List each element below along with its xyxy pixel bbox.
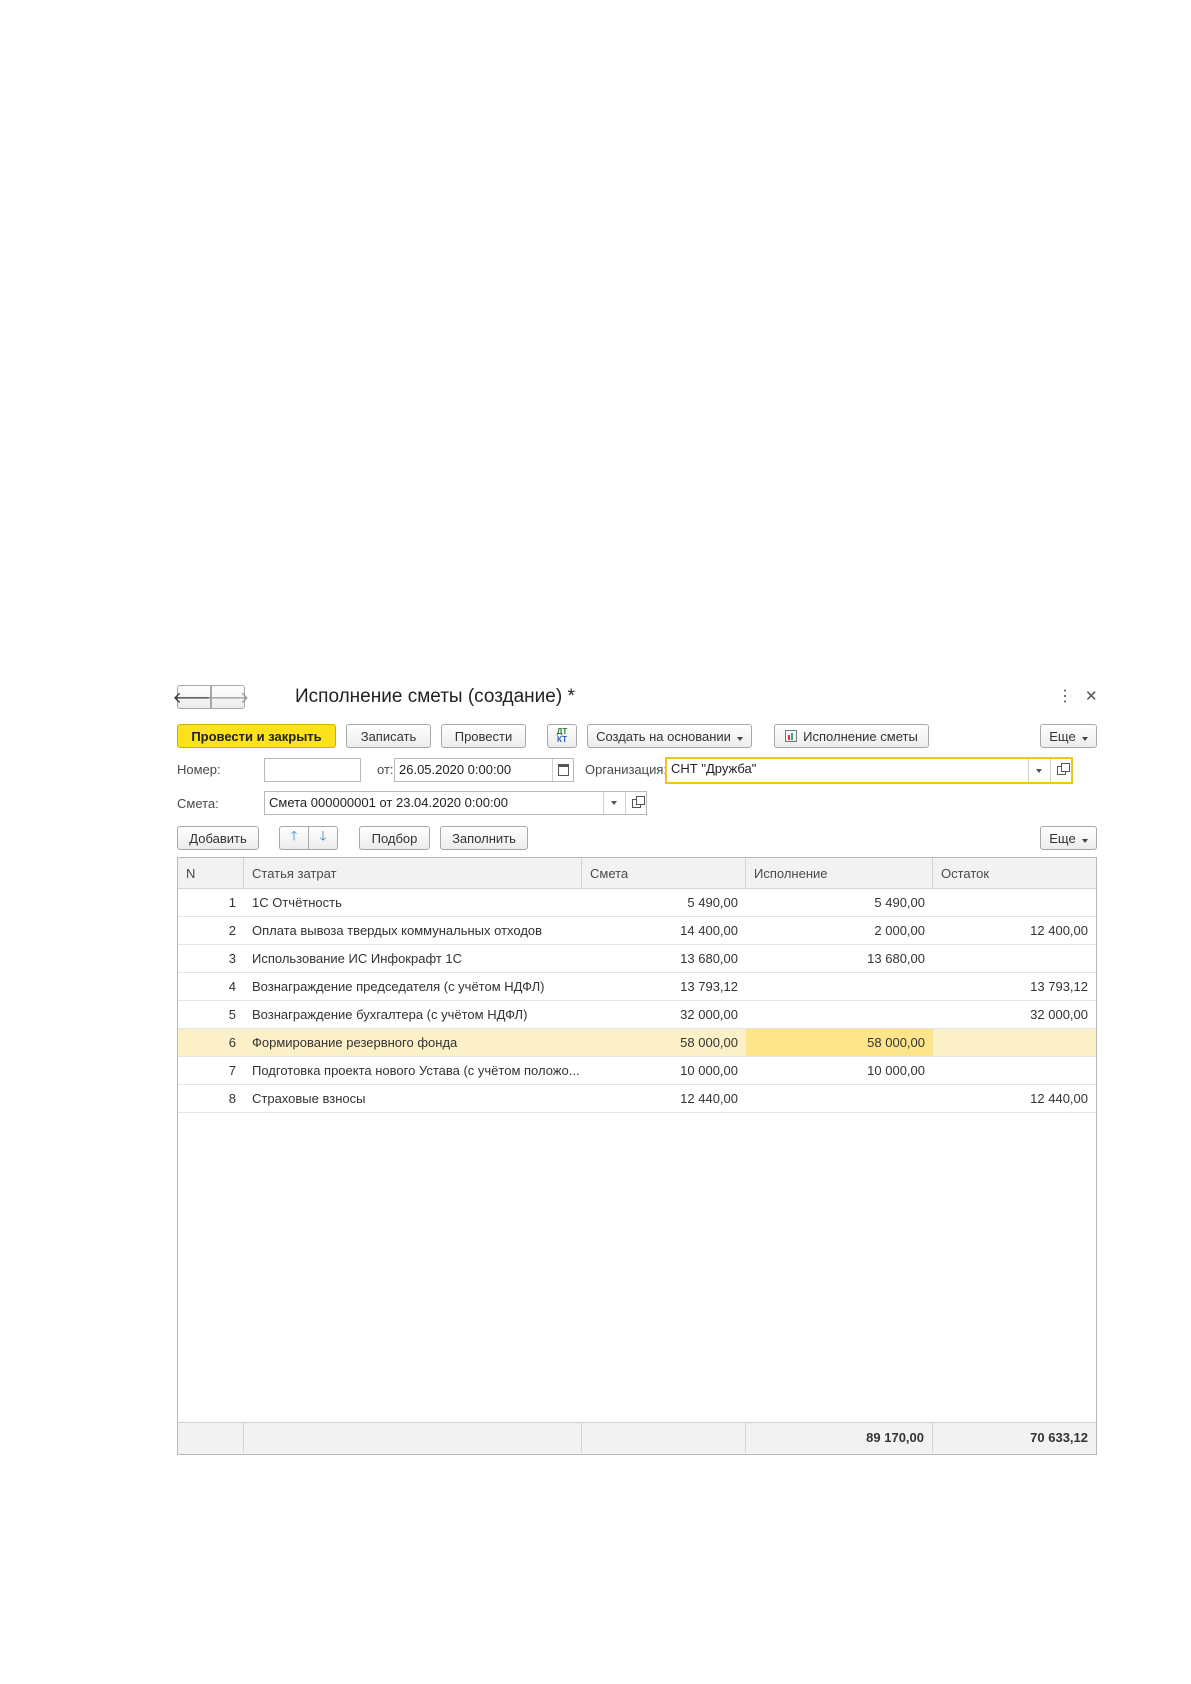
cell-item[interactable]: Формирование резервного фонда	[244, 1029, 582, 1056]
cell-estimate[interactable]: 58 000,00	[582, 1029, 746, 1056]
cell-n[interactable]: 3	[178, 945, 244, 972]
cell-item[interactable]: Вознаграждение председателя (с учётом НД…	[244, 973, 582, 1000]
dt-kt-icon[interactable]: ДТ КТ	[547, 724, 577, 748]
document-form: 🡐 🡒 Исполнение сметы (создание) * ⋮ ✕ Пр…	[173, 685, 1098, 1465]
arrow-right-icon[interactable]: 🡒	[207, 685, 249, 709]
arrow-down-icon[interactable]: 🡓	[308, 826, 338, 850]
cell-execution[interactable]: 58 000,00	[746, 1029, 933, 1056]
cell-execution[interactable]: 10 000,00	[746, 1057, 933, 1084]
chevron-down-icon[interactable]	[1028, 759, 1049, 782]
open-icon[interactable]	[1050, 759, 1071, 782]
cell-execution[interactable]: 5 490,00	[746, 889, 933, 916]
estimate-report-button[interactable]: Исполнение сметы	[774, 724, 929, 748]
cell-n[interactable]: 8	[178, 1085, 244, 1112]
page-title: Исполнение сметы (создание) *	[295, 686, 575, 707]
date-input[interactable]: 26.05.2020 0:00:00	[394, 758, 574, 782]
cell-execution[interactable]	[746, 1085, 933, 1112]
table-row[interactable]: 7 Подготовка проекта нового Устава (с учё…	[178, 1057, 1096, 1085]
estimate-label: Смета:	[177, 796, 219, 811]
cell-item[interactable]: 1С Отчётность	[244, 889, 582, 916]
cell-rest[interactable]: 12 440,00	[933, 1085, 1096, 1112]
kebab-menu-icon[interactable]: ⋮	[1057, 687, 1073, 707]
column-header-item[interactable]: Статья затрат	[244, 858, 582, 889]
cell-rest[interactable]	[933, 889, 1096, 916]
table-more-button[interactable]: Еще	[1040, 826, 1097, 850]
column-header-execution[interactable]: Исполнение	[746, 858, 933, 889]
table-row[interactable]: 6 Формирование резервного фонда 58 000,00 5…	[178, 1029, 1096, 1057]
total-rest: 70 633,12	[1030, 1430, 1088, 1445]
estimate-input[interactable]: Смета 000000001 от 23.04.2020 0:00:00	[264, 791, 647, 815]
create-based-on-button[interactable]: Создать на основании	[587, 724, 752, 748]
post-button[interactable]: Провести	[441, 724, 526, 748]
table-row[interactable]: 1 1С Отчётность 5 490,00 5 490,00	[178, 889, 1096, 917]
table-footer: 89 170,00 70 633,12	[178, 1422, 1096, 1454]
cell-execution[interactable]: 13 680,00	[746, 945, 933, 972]
cell-n[interactable]: 6	[178, 1029, 244, 1056]
cell-estimate[interactable]: 12 440,00	[582, 1085, 746, 1112]
cell-rest[interactable]	[933, 1029, 1096, 1056]
arrow-up-icon[interactable]: 🡑	[279, 826, 309, 850]
cell-estimate[interactable]: 13 680,00	[582, 945, 746, 972]
chevron-down-icon[interactable]	[603, 792, 624, 814]
cell-item[interactable]: Использование ИС Инфокрафт 1С	[244, 945, 582, 972]
close-icon[interactable]: ✕	[1085, 687, 1098, 707]
column-header-estimate[interactable]: Смета	[582, 858, 746, 889]
report-icon	[785, 730, 798, 742]
total-execution: 89 170,00	[746, 1423, 933, 1453]
cell-n[interactable]: 1	[178, 889, 244, 916]
cell-item[interactable]: Оплата вывоза твердых коммунальных отход…	[244, 917, 582, 944]
table-row[interactable]: 3 Использование ИС Инфокрафт 1С 13 680,00 1…	[178, 945, 1096, 973]
cell-execution[interactable]: 2 000,00	[746, 917, 933, 944]
cell-execution[interactable]	[746, 1001, 933, 1028]
table-row[interactable]: 5 Вознаграждение бухгалтера (с учётом НДФ…	[178, 1001, 1096, 1029]
open-icon[interactable]	[625, 792, 646, 814]
footer-cell	[178, 1423, 244, 1453]
cell-estimate[interactable]: 32 000,00	[582, 1001, 746, 1028]
fill-button[interactable]: Заполнить	[440, 826, 528, 850]
cell-estimate[interactable]: 13 793,12	[582, 973, 746, 1000]
cell-item[interactable]: Страховые взносы	[244, 1085, 582, 1112]
cell-rest[interactable]	[933, 1057, 1096, 1084]
footer-cell	[244, 1423, 582, 1453]
cell-n[interactable]: 2	[178, 917, 244, 944]
organization-input[interactable]: СНТ "Дружба"	[665, 757, 1073, 784]
cell-execution[interactable]	[746, 973, 933, 1000]
cell-item[interactable]: Подготовка проекта нового Устава (с учёт…	[244, 1057, 582, 1084]
save-button[interactable]: Записать	[346, 724, 431, 748]
column-header-rest[interactable]: Остаток	[933, 858, 1096, 889]
add-row-button[interactable]: Добавить	[177, 826, 259, 850]
number-label: Номер:	[177, 762, 221, 777]
cell-rest[interactable]: 12 400,00	[933, 917, 1096, 944]
table-row[interactable]: 4 Вознаграждение председателя (с учётом Н…	[178, 973, 1096, 1001]
cell-estimate[interactable]: 10 000,00	[582, 1057, 746, 1084]
date-label: от:	[377, 762, 394, 777]
calendar-icon[interactable]	[552, 759, 573, 781]
cell-item[interactable]: Вознаграждение бухгалтера (с учётом НДФЛ…	[244, 1001, 582, 1028]
more-button[interactable]: Еще	[1040, 724, 1097, 748]
column-header-n[interactable]: N	[178, 858, 244, 889]
cell-rest[interactable]	[933, 945, 1096, 972]
cell-rest[interactable]: 32 000,00	[933, 1001, 1096, 1028]
cell-n[interactable]: 7	[178, 1057, 244, 1084]
table-row[interactable]: 8 Страховые взносы 12 440,00 12 440,00	[178, 1085, 1096, 1113]
cell-n[interactable]: 4	[178, 973, 244, 1000]
cell-estimate[interactable]: 14 400,00	[582, 917, 746, 944]
cell-estimate[interactable]: 5 490,00	[582, 889, 746, 916]
pick-button[interactable]: Подбор	[359, 826, 430, 850]
cell-n[interactable]: 5	[178, 1001, 244, 1028]
estimate-table: N Статья затрат Смета Исполнение Остаток…	[177, 857, 1097, 1455]
number-input[interactable]	[264, 758, 361, 782]
organization-label: Организация:	[585, 762, 668, 777]
table-row[interactable]: 2 Оплата вывоза твердых коммунальных отхо…	[178, 917, 1096, 945]
cell-rest[interactable]: 13 793,12	[933, 973, 1096, 1000]
history-nav: 🡐 🡒	[173, 685, 249, 709]
post-and-close-button[interactable]: Провести и закрыть	[177, 724, 336, 748]
footer-cell	[582, 1423, 746, 1453]
